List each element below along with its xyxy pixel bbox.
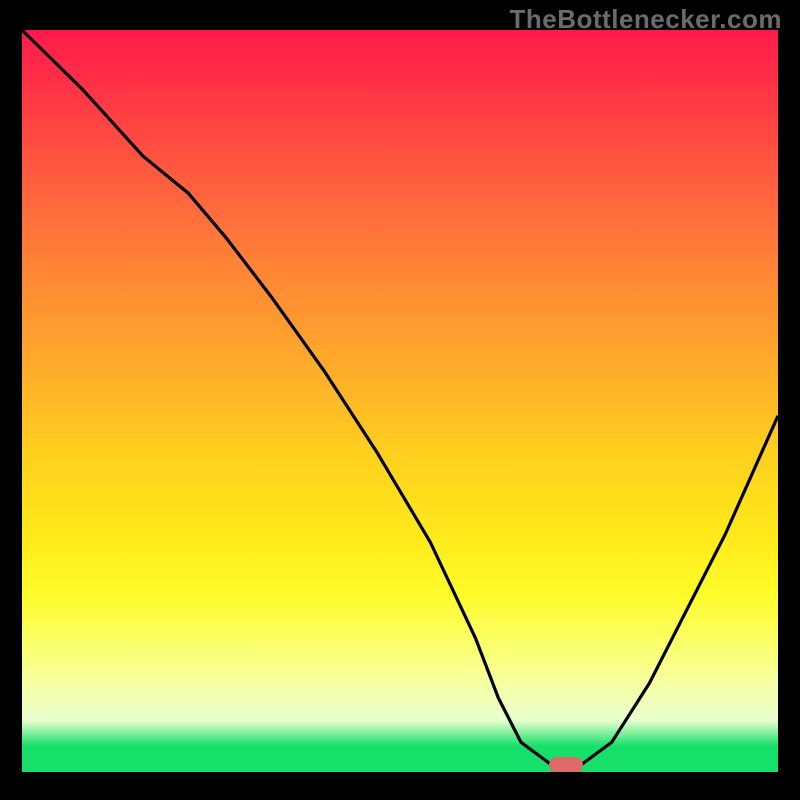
plot-area	[22, 30, 778, 772]
bottleneck-curve	[22, 30, 778, 772]
chart-frame: TheBottlenecker.com	[0, 0, 800, 800]
y-axis-gutter	[0, 0, 22, 800]
x-axis-gutter	[0, 772, 800, 800]
watermark-text: TheBottlenecker.com	[510, 4, 782, 35]
optimal-point-marker	[549, 757, 583, 772]
